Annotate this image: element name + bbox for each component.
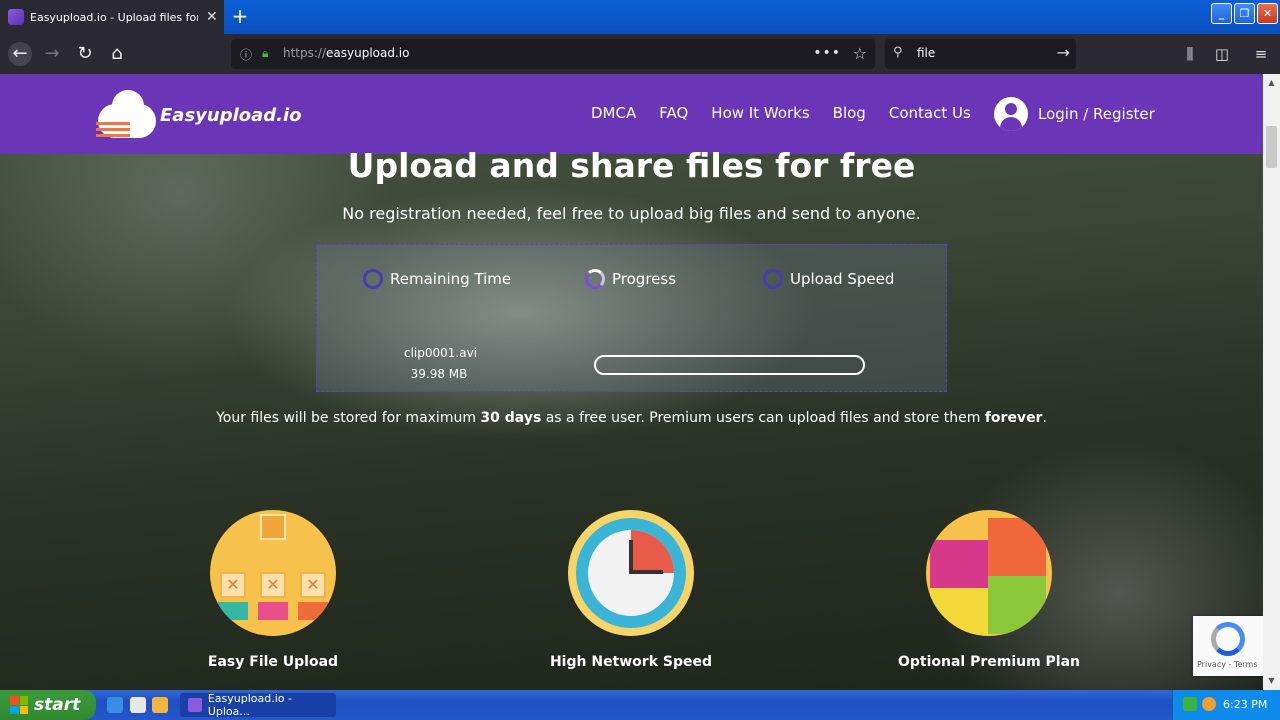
search-bar[interactable]: ⚲ file →	[885, 39, 1076, 69]
stat-remaining-time: Remaining Time	[363, 269, 511, 289]
reload-icon[interactable]: ↻	[73, 42, 97, 66]
speed-ring-icon	[763, 269, 783, 289]
bookmark-star-icon[interactable]: ☆	[853, 44, 867, 63]
search-input[interactable]: file	[917, 46, 935, 60]
taskbar: start Easyupload.io - Uploa... 6:23 PM	[0, 690, 1280, 720]
storage-note: Your files will be stored for maximum 30…	[216, 410, 1047, 426]
stat-progress: Progress	[585, 269, 676, 289]
site-header: Easyupload.io DMCA FAQ How It Works Blog…	[0, 74, 1263, 154]
windows-flag-icon	[10, 696, 28, 714]
hierarchy-upload-icon: ✕ ✕ ✕	[210, 510, 336, 636]
back-arrow-icon[interactable]: ←	[8, 42, 32, 66]
system-tray: 6:23 PM	[1172, 690, 1280, 720]
file-name: clip0001.avi	[404, 346, 478, 360]
recaptcha-terms[interactable]: Privacy - Terms	[1197, 660, 1258, 669]
scroll-thumb[interactable]	[1266, 126, 1277, 168]
browser-tab[interactable]: Easyupload.io - Upload files for fr ✕	[0, 0, 224, 34]
tab-title: Easyupload.io - Upload files for fr	[30, 10, 198, 24]
network-tray-icon[interactable]	[1183, 697, 1197, 711]
stat-upload-speed: Upload Speed	[763, 269, 894, 289]
file-size: 39.98 MB	[410, 367, 468, 381]
feature-premium-plan: Optional Premium Plan	[864, 510, 1114, 670]
start-button[interactable]: start	[0, 690, 96, 720]
user-avatar-icon	[994, 97, 1028, 131]
scroll-down-arrow-icon[interactable]: ▼	[1265, 674, 1278, 688]
media-player-quicklaunch-icon[interactable]	[152, 697, 168, 713]
recaptcha-logo-icon	[1211, 622, 1245, 656]
scroll-up-arrow-icon[interactable]: ▲	[1265, 76, 1278, 90]
new-tab-button[interactable]: +	[228, 4, 252, 28]
sidebar-toggle-icon[interactable]: ◫	[1211, 42, 1233, 66]
taskbar-item-browser[interactable]: Easyupload.io - Uploa...	[180, 692, 336, 718]
nav-link-how-it-works[interactable]: How It Works	[711, 104, 809, 122]
main-nav: DMCA FAQ How It Works Blog Contact Us	[591, 104, 994, 122]
feature-network-speed: High Network Speed	[506, 510, 756, 670]
upload-dropzone[interactable]: Remaining Time Progress Upload Speed cli…	[316, 244, 947, 392]
browser-navbar: ← → ↻ ⌂ ⓘ 🔒︎ https://easyupload.io ••• ☆…	[0, 34, 1280, 74]
feature-label: Optional Premium Plan	[897, 654, 1081, 670]
timer-ring-icon	[363, 269, 383, 289]
page-viewport: Easyupload.io DMCA FAQ How It Works Blog…	[0, 74, 1263, 690]
ie-quicklaunch-icon[interactable]	[107, 697, 123, 713]
page-actions-icon[interactable]: •••	[813, 45, 841, 61]
browser-titlebar: Easyupload.io - Upload files for fr ✕ + …	[0, 0, 1280, 34]
library-icon[interactable]: ⫼	[1179, 42, 1201, 66]
restore-button[interactable]: ❐	[1234, 3, 1255, 24]
progress-ring-icon	[585, 269, 605, 289]
recaptcha-badge[interactable]: Privacy - Terms	[1193, 616, 1263, 676]
feature-label: High Network Speed	[549, 654, 713, 670]
forward-arrow-icon[interactable]: →	[40, 42, 64, 66]
close-window-button[interactable]: ✕	[1257, 3, 1278, 24]
nav-link-dmca[interactable]: DMCA	[591, 104, 636, 122]
site-favicon-icon	[188, 698, 202, 712]
site-favicon-icon	[8, 9, 24, 25]
nav-link-blog[interactable]: Blog	[833, 104, 866, 122]
window-controls: _ ❐ ✕	[1211, 3, 1278, 24]
home-icon[interactable]: ⌂	[105, 42, 129, 66]
login-label: Login / Register	[1038, 105, 1155, 123]
address-bar[interactable]: ⓘ 🔒︎ https://easyupload.io ••• ☆	[231, 39, 875, 69]
upload-progress-bar	[594, 355, 865, 375]
search-icon: ⚲	[893, 45, 903, 60]
search-go-arrow-icon[interactable]: →	[1057, 43, 1070, 62]
page-subtitle: No registration needed, feel free to upl…	[342, 204, 921, 223]
feature-easy-upload: ✕ ✕ ✕ Easy File Upload	[148, 510, 398, 670]
nav-link-contact-us[interactable]: Contact Us	[889, 104, 971, 122]
nav-link-faq[interactable]: FAQ	[659, 104, 688, 122]
search-tray-icon[interactable]	[1202, 697, 1216, 711]
page-scrollbar[interactable]: ▲ ▼	[1263, 74, 1280, 690]
puzzle-icon	[926, 510, 1052, 636]
clock: 6:23 PM	[1223, 698, 1268, 711]
page-title: Upload and share files for free	[347, 146, 916, 185]
url-text: https://easyupload.io	[283, 46, 410, 60]
logo-text: Easyupload.io	[160, 104, 302, 126]
clock-icon	[568, 510, 694, 636]
feature-label: Easy File Upload	[207, 654, 339, 670]
info-icon[interactable]: ⓘ	[240, 46, 252, 63]
tab-close-icon[interactable]: ✕	[206, 9, 218, 25]
login-register-button[interactable]: Login / Register	[994, 97, 1155, 131]
site-logo[interactable]: Easyupload.io	[96, 88, 302, 142]
menu-hamburger-icon[interactable]: ≡	[1250, 42, 1272, 66]
lock-icon: 🔒︎	[262, 46, 269, 60]
outlook-quicklaunch-icon[interactable]	[130, 697, 146, 713]
minimize-button[interactable]: _	[1211, 3, 1232, 24]
cloud-logo-icon	[96, 88, 158, 142]
